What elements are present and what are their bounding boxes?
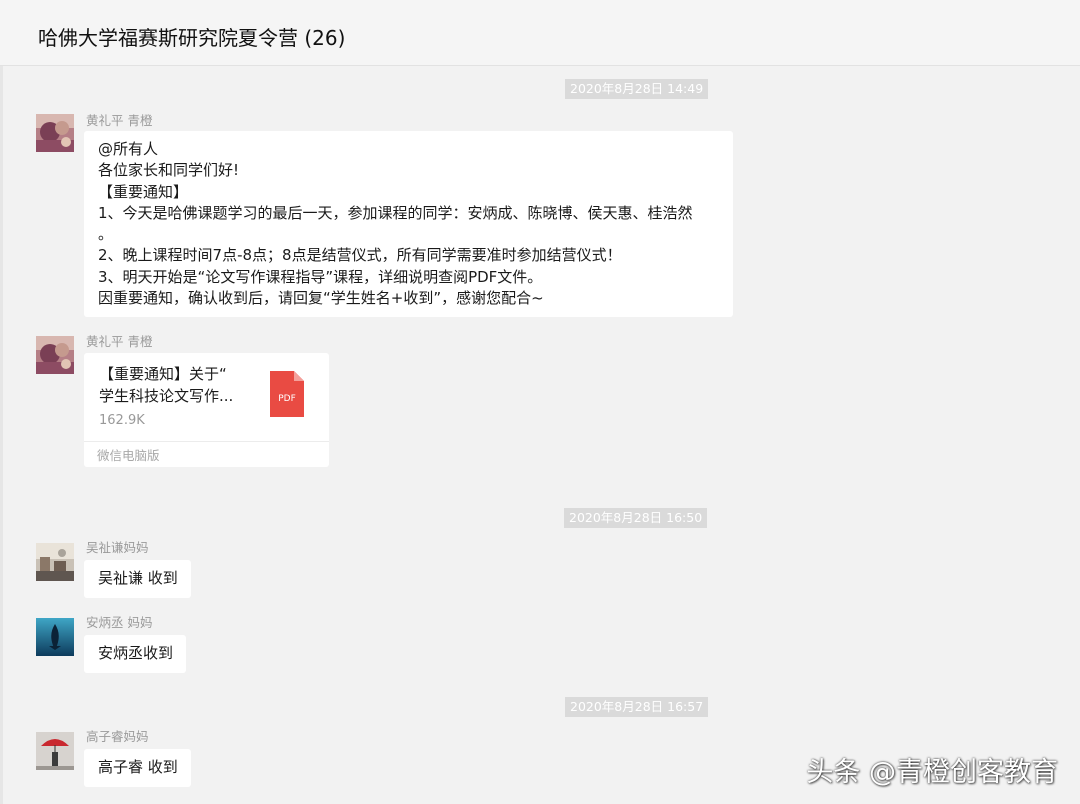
chat-header: 哈佛大学福赛斯研究院夏令营 (26) [0,0,1080,66]
message-bubble-notice[interactable]: @所有人 各位家长和同学们好! 【重要通知】 1、今天是哈佛课题学习的最后一天，… [84,131,733,317]
message-line: 。 [98,225,114,244]
avatar-image [36,543,74,581]
chat-title[interactable]: 哈佛大学福赛斯研究院夏令营 (26) [38,22,345,51]
message-text: 高子睿 收到 [98,758,178,776]
avatar-image [36,336,74,374]
divider [84,441,329,442]
avatar-image [36,114,74,152]
message-text: 安炳丞收到 [98,644,174,662]
left-border [0,66,3,804]
avatar-wu[interactable] [36,543,74,581]
sender-name: 黄礼平 青橙 [86,113,153,128]
avatar-image [36,732,74,770]
message-line: 【重要通知】 [98,182,189,201]
file-name-line: 【重要通知】关于“ [99,365,227,383]
timestamp: 2020年8月28日 14:49 [565,79,709,99]
sender-name: 吴祉谦妈妈 [86,540,149,555]
message-line: 1、今天是哈佛课题学习的最后一天，参加课程的同学：安炳成、陈晓博、侯天惠、桂浩然 [98,203,693,222]
file-size: 162.9K [99,413,145,428]
file-source: 微信电脑版 [97,448,160,463]
pdf-icon-label: PDF [278,394,296,404]
message-bubble[interactable]: 吴祉谦 收到 [84,560,191,598]
message-line: 3、明天开始是“论文写作课程指导”课程，详细说明查阅PDF文件。 [98,267,543,286]
sender-name: 安炳丞 妈妈 [86,615,153,630]
message-bubble[interactable]: 安炳丞收到 [84,635,186,673]
avatar-gao[interactable] [36,732,74,770]
message-line: 因重要通知，确认收到后，请回复“学生姓名+收到”，感谢您配合~ [98,289,544,308]
avatar-an[interactable] [36,618,74,656]
sender-name: 黄礼平 青橙 [86,334,153,349]
avatar-image [36,618,74,656]
message-line: @所有人 [98,140,159,158]
watermark-text: 头条 @青橙创客教育 [806,757,1058,788]
file-name: 【重要通知】关于“ 学生科技论文写作... [99,363,259,407]
timestamp: 2020年8月28日 16:57 [565,697,709,717]
message-text: 吴祉谦 收到 [98,569,178,587]
message-line: 各位家长和同学们好! [98,161,240,180]
file-name-line: 学生科技论文写作... [99,387,234,405]
pdf-file-icon: PDF [270,371,304,417]
message-line: 2、晚上课程时间7点-8点；8点是结营仪式，所有同学需要准时参加结营仪式！ [98,246,622,265]
message-bubble[interactable]: 高子睿 收到 [84,749,191,787]
timestamp: 2020年8月28日 16:50 [564,508,708,528]
avatar-huang[interactable] [36,336,74,374]
sender-name: 高子睿妈妈 [86,729,149,744]
avatar-huang[interactable] [36,114,74,152]
file-message-card[interactable]: 【重要通知】关于“ 学生科技论文写作... 162.9K PDF 微信电脑版 [84,353,329,467]
